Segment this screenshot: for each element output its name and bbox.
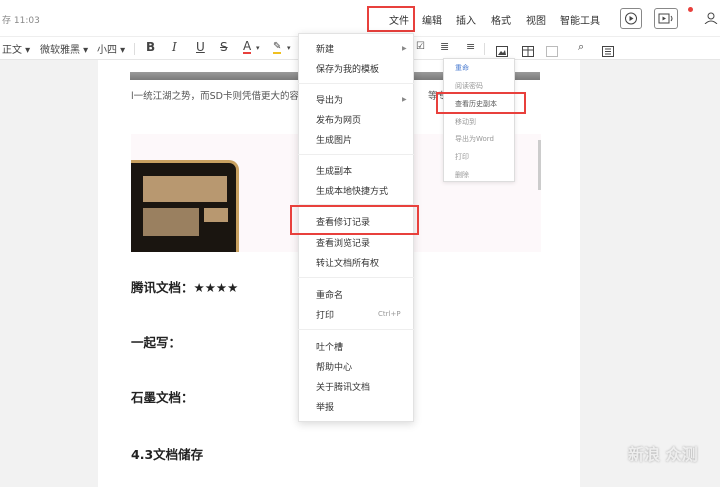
- font-select[interactable]: 微软雅黑 ▾: [40, 41, 88, 56]
- underline-icon[interactable]: U: [196, 41, 205, 53]
- menu-edit[interactable]: 编辑: [422, 12, 442, 27]
- notification-dot: [688, 7, 693, 12]
- menu-shortcut[interactable]: 生成本地快捷方式: [316, 184, 388, 197]
- play-icon: [625, 12, 637, 25]
- find-replace-icon[interactable]: ⌕: [578, 41, 584, 53]
- sd-card-contact: [143, 176, 227, 202]
- account-icon[interactable]: [704, 12, 718, 27]
- menu-divider: [298, 154, 414, 155]
- history-item[interactable]: 移动到: [455, 117, 476, 127]
- heading-storage: 4.3文档储存: [131, 447, 204, 462]
- menu-view[interactable]: 视图: [526, 12, 546, 27]
- highlight-icon[interactable]: ✎: [273, 41, 282, 54]
- style-select[interactable]: 正文 ▾: [2, 41, 30, 56]
- revision-highlight: [290, 205, 419, 235]
- menu-divider: [298, 83, 414, 84]
- checklist-icon[interactable]: ☑: [416, 41, 425, 53]
- italic-icon[interactable]: I: [172, 41, 177, 53]
- sd-card-contact: [204, 208, 228, 222]
- menu-view-history[interactable]: 查看浏览记录: [316, 236, 370, 249]
- heading-yiqixie: 一起写：: [131, 335, 182, 350]
- menu-help[interactable]: 帮助中心: [316, 360, 352, 373]
- chevron-down-icon[interactable]: ▾: [256, 44, 260, 52]
- font-value: 微软雅黑: [40, 45, 80, 56]
- chevron-right-icon: ▶: [402, 45, 407, 52]
- chevron-right-icon: ▶: [402, 96, 407, 103]
- present-button[interactable]: [654, 8, 678, 29]
- sd-card-image: [131, 160, 239, 252]
- top-bar: [0, 0, 720, 36]
- toolbar-divider: [484, 43, 485, 55]
- align-icon[interactable]: ≡: [466, 41, 475, 53]
- menu-print[interactable]: 打印: [316, 308, 334, 321]
- history-popup: [443, 58, 515, 182]
- heading-shimo: 石墨文档：: [131, 390, 194, 405]
- strikethrough-icon[interactable]: S: [220, 41, 228, 53]
- menu-new[interactable]: 新建: [316, 42, 334, 55]
- menu-divider: [298, 277, 414, 278]
- menu-generate-image[interactable]: 生成图片: [316, 133, 352, 146]
- table-icon[interactable]: [522, 42, 534, 61]
- menu-copy[interactable]: 生成副本: [316, 164, 352, 177]
- font-color-icon[interactable]: A: [243, 40, 252, 54]
- menu-feedback[interactable]: 吐个槽: [316, 340, 343, 353]
- save-status: 存 11:03: [2, 16, 40, 26]
- toolbar-divider: [134, 43, 135, 55]
- heading-tencent-label: 腾讯文档：: [131, 280, 194, 295]
- menu-rename[interactable]: 重命名: [316, 288, 343, 301]
- paragraph-text: l一统江湖之势，而SD卡则凭借更大的容量和: [131, 88, 318, 102]
- sd-card-contact: [143, 208, 199, 236]
- menu-save-template[interactable]: 保存为我的模板: [316, 62, 379, 75]
- menu-format[interactable]: 格式: [491, 12, 511, 27]
- image-scrollbar[interactable]: [538, 140, 541, 190]
- play-button[interactable]: [620, 8, 642, 29]
- font-size-value: 小四: [97, 45, 117, 56]
- bold-icon[interactable]: B: [146, 41, 155, 53]
- style-value: 正文: [2, 45, 22, 56]
- chevron-down-icon[interactable]: ▾: [287, 44, 291, 52]
- presentation-icon: [658, 13, 673, 24]
- file-menu-highlight: [367, 6, 415, 32]
- menu-export[interactable]: 导出为: [316, 93, 343, 106]
- menu-insert[interactable]: 插入: [456, 12, 476, 27]
- watermark: 新浪 众测: [628, 445, 698, 464]
- rating-stars: ★★★★: [193, 280, 239, 295]
- comment-icon[interactable]: [546, 42, 558, 61]
- history-highlight: [436, 92, 526, 114]
- paragraph-head: l一统江湖之势，而SD卡则凭借更大的容量和: [131, 91, 318, 102]
- doc-outline-icon[interactable]: [602, 42, 614, 61]
- menu-smart-tools[interactable]: 智能工具: [560, 12, 600, 27]
- menu-report[interactable]: 举报: [316, 400, 334, 413]
- history-item[interactable]: 打印: [455, 152, 469, 162]
- menu-publish-web[interactable]: 发布为网页: [316, 113, 361, 126]
- history-item[interactable]: 导出为Word: [455, 134, 494, 144]
- history-item[interactable]: 删除: [455, 170, 469, 180]
- indent-icon[interactable]: ≣: [440, 41, 449, 53]
- menu-transfer-owner[interactable]: 转让文档所有权: [316, 256, 379, 269]
- menu-divider: [298, 329, 414, 330]
- history-item[interactable]: 重命: [455, 63, 469, 73]
- heading-tencent: 腾讯文档：★★★★: [131, 277, 238, 296]
- print-shortcut: Ctrl+P: [378, 310, 401, 318]
- menu-about[interactable]: 关于腾讯文档: [316, 380, 370, 393]
- history-item[interactable]: 阅读密码: [455, 81, 483, 91]
- font-size-select[interactable]: 小四 ▾: [97, 41, 125, 56]
